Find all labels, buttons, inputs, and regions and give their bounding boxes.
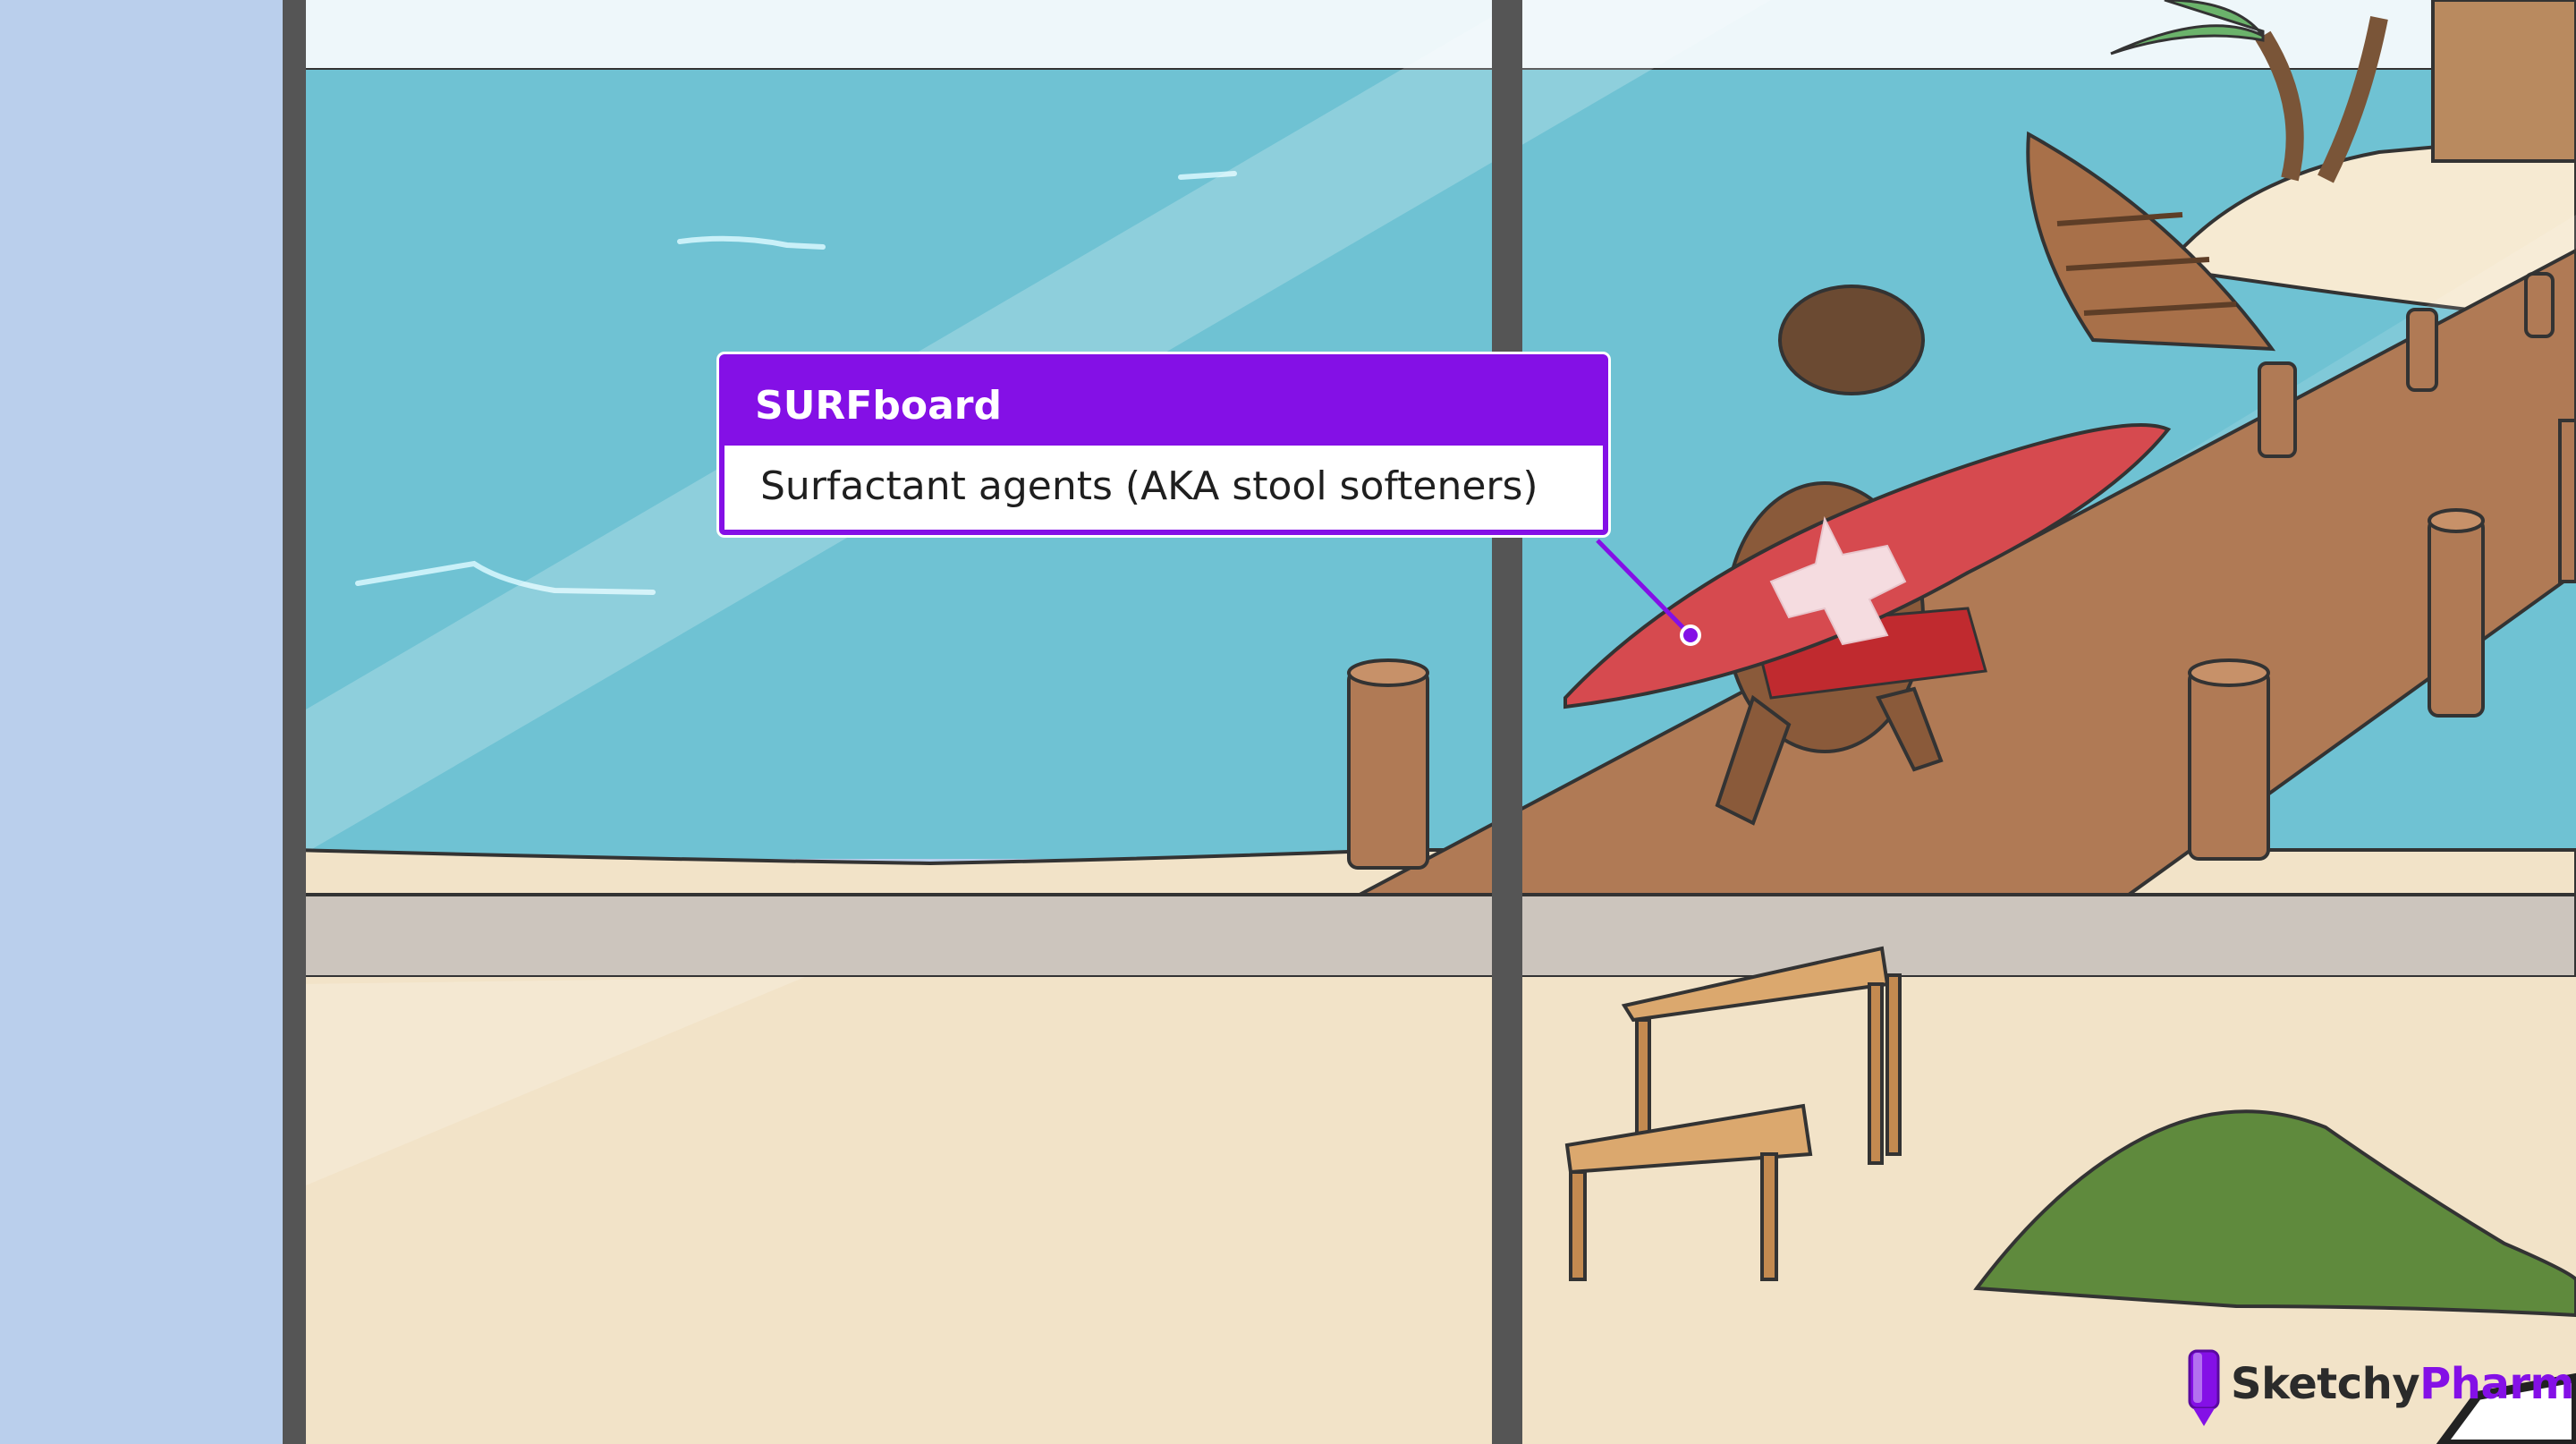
window-frame-left bbox=[283, 0, 306, 1444]
callout-anchor-dot bbox=[1680, 624, 1701, 646]
brand-name: SketchyPharm bbox=[2231, 1359, 2575, 1409]
callout-title: SURFboard bbox=[724, 360, 1603, 446]
callout-text: Surfactant agents (AKA stool softeners) bbox=[760, 463, 1538, 509]
brand-name-part1: Sketchy bbox=[2231, 1359, 2420, 1409]
hut bbox=[2431, 0, 2576, 163]
scene-illustration bbox=[0, 0, 2576, 1444]
callout-box: SURFboard Surfactant agents (AKA stool s… bbox=[719, 354, 1608, 535]
brand-name-part2: Pharm bbox=[2419, 1359, 2575, 1409]
window-sill bbox=[293, 893, 2576, 979]
left-wall bbox=[0, 0, 295, 1444]
window-frame-center bbox=[1492, 0, 1522, 1444]
brand-logo: SketchyPharm bbox=[2190, 1344, 2575, 1424]
